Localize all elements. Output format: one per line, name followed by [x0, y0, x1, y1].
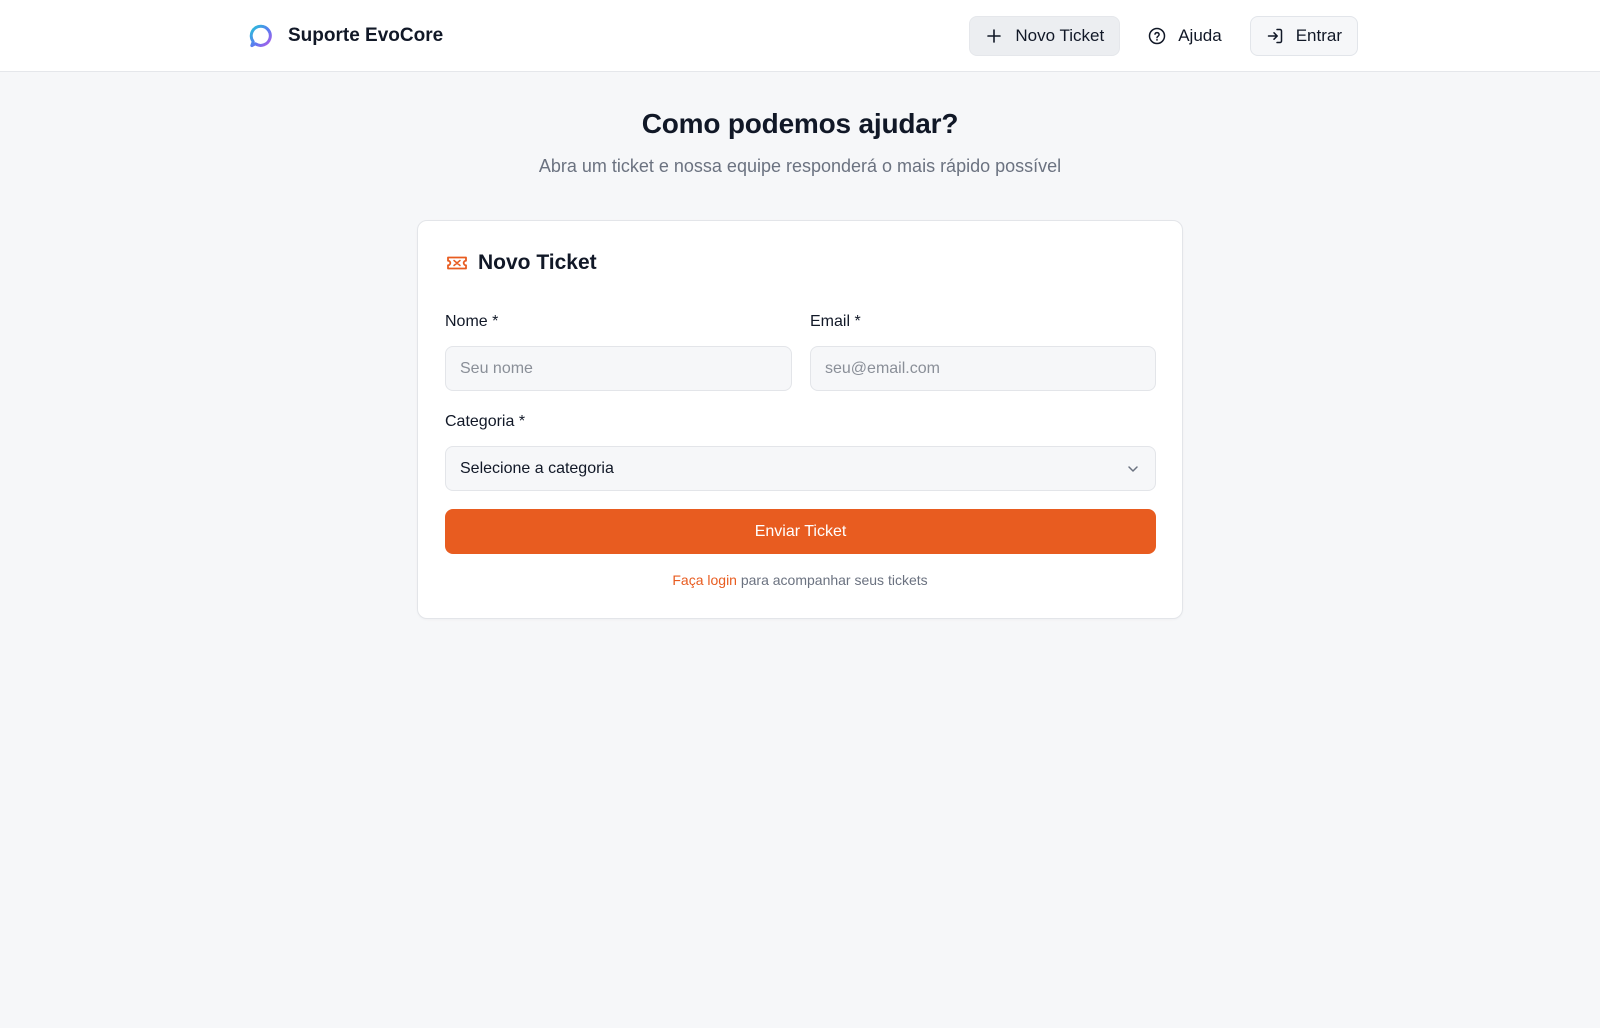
help-nav-button[interactable]: Ajuda	[1132, 16, 1237, 56]
new-ticket-form-card: Novo Ticket Nome * Email * Categoria * S…	[417, 220, 1183, 619]
hero: Como podemos ajudar? Abra um ticket e no…	[0, 108, 1600, 177]
login-link[interactable]: Faça login	[672, 572, 737, 588]
category-select-value: Selecione a categoria	[460, 459, 614, 477]
new-ticket-nav-button[interactable]: Novo Ticket	[969, 16, 1121, 56]
submit-ticket-button[interactable]: Enviar Ticket	[445, 509, 1156, 554]
brand[interactable]: Suporte EvoCore	[248, 22, 443, 50]
page-subtitle: Abra um ticket e nossa equipe responderá…	[538, 156, 1062, 176]
page-title: Como podemos ajudar?	[641, 108, 959, 139]
new-ticket-nav-label: Novo Ticket	[1015, 26, 1105, 45]
help-circle-icon	[1148, 27, 1166, 45]
email-input[interactable]	[810, 346, 1156, 391]
form-title: Novo Ticket	[478, 251, 597, 274]
category-select[interactable]: Selecione a categoria	[445, 446, 1156, 491]
brand-name: Suporte EvoCore	[288, 25, 444, 46]
help-nav-label: Ajuda	[1178, 26, 1222, 45]
chevron-down-icon	[1125, 461, 1141, 477]
top-navigation-bar: Suporte EvoCore Novo Ticket Ajuda Entrar	[0, 0, 1600, 72]
email-label: Email *	[810, 313, 861, 330]
login-nav-label: Entrar	[1295, 26, 1342, 45]
login-hint: Faça login para acompanhar seus tickets	[418, 572, 1182, 588]
name-input[interactable]	[445, 346, 792, 391]
name-label: Nome *	[445, 313, 499, 330]
ticket-icon	[446, 252, 468, 274]
log-in-icon	[1266, 27, 1284, 45]
category-label: Categoria *	[445, 413, 526, 430]
login-nav-button[interactable]: Entrar	[1249, 16, 1358, 56]
login-hint-text: para acompanhar seus tickets	[736, 572, 928, 588]
header-nav: Novo Ticket Ajuda Entrar	[969, 16, 1358, 56]
form-header: Novo Ticket	[446, 251, 597, 275]
chat-bubble-logo-icon	[248, 23, 274, 49]
plus-icon	[985, 27, 1003, 45]
